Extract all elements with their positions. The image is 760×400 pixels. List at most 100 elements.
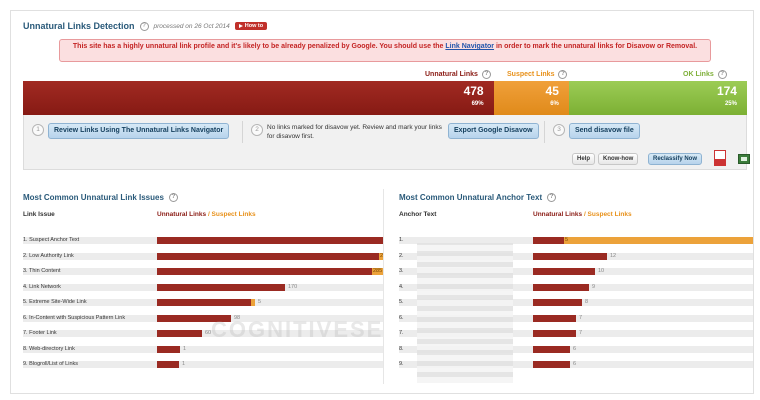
help-button[interactable]: Help [572, 153, 596, 165]
suspect-segment[interactable]: 45 6% [493, 81, 569, 115]
issue-row[interactable]: 8. Web-directory Link 1 [23, 342, 383, 358]
legend-suspect: Suspect Links ? [507, 70, 568, 79]
issue-row[interactable]: 9. Blogroll/List of Links 1 [23, 357, 383, 373]
suspect-count: 45 [545, 84, 559, 98]
anchor-value-label: 5 [565, 237, 569, 243]
issue-row[interactable]: 4. Link Network 170 [23, 280, 383, 296]
anchor-unnatural-bar[interactable] [533, 237, 564, 244]
unnatural-links-panel: Unnatural Links Detection ? processed on… [10, 10, 754, 394]
anchor-unnatural-bar[interactable] [533, 361, 570, 368]
processed-date: processed on 26 Oct 2014 [153, 22, 230, 30]
link-distribution-bar: 478 69% 45 6% 174 25% [23, 81, 747, 115]
anchor-value-label: 7 [579, 314, 583, 321]
anchors-column-header: Anchor Text [399, 211, 437, 218]
issue-unnatural-bar[interactable] [157, 268, 372, 275]
issue-unnatural-bar[interactable] [157, 283, 285, 291]
unnatural-percent: 69% [471, 101, 484, 107]
anchor-value-label: 8 [585, 299, 589, 305]
legend-ok: OK Links ? [683, 70, 727, 79]
ok-segment[interactable]: 174 25% [568, 81, 747, 115]
issue-row[interactable]: 5. Extreme Site-Wide Link 5 [23, 295, 383, 311]
legend-ok-label: OK Links [683, 71, 714, 78]
help-question-icon[interactable]: ? [547, 193, 557, 202]
legend-suspect-label: Suspect Links [507, 71, 555, 78]
anchor-row-label: 2. [399, 252, 404, 259]
issue-value-label: 1 [183, 345, 187, 352]
help-question-icon[interactable]: ? [481, 70, 491, 79]
anchor-unnatural-bar[interactable] [533, 299, 582, 306]
help-question-icon[interactable]: ? [168, 193, 178, 202]
reclassify-now-button[interactable]: Reclassify Now [648, 153, 703, 165]
help-question-icon[interactable]: ? [139, 21, 149, 31]
issue-row[interactable]: 10. Suspect Domain [23, 373, 383, 374]
anchor-value-label: 10 [598, 268, 605, 274]
unnatural-segment[interactable]: 478 69% [23, 81, 494, 115]
issue-unnatural-bar[interactable] [157, 299, 251, 306]
know-how-button[interactable]: Know-how [598, 153, 639, 165]
issue-unnatural-bar[interactable] [157, 345, 180, 353]
issue-row-label: 8. Web-directory Link [23, 345, 75, 352]
panel-header: Unnatural Links Detection ? processed on… [23, 21, 268, 31]
issues-legend: Unnatural Links / Suspect Links [157, 211, 256, 218]
anchor-unnatural-bar[interactable] [533, 330, 576, 337]
issue-unnatural-bar[interactable] [157, 252, 379, 260]
issue-row-label: 3. Thin Content [23, 268, 61, 274]
issue-row[interactable]: 1. Suspect Anchor Text [23, 233, 383, 249]
anchors-title: Most Common Unnatural Anchor Text [399, 193, 543, 202]
step-number-2: 2 [251, 124, 263, 136]
issue-unnatural-bar[interactable] [157, 330, 202, 337]
issue-row-label: 1. Suspect Anchor Text [23, 237, 80, 243]
anchors-panel-title: Most Common Unnatural Anchor Text ? [399, 193, 557, 202]
anchor-row-label: 7. [399, 330, 404, 336]
play-icon [238, 24, 243, 28]
anchor-unnatural-bar[interactable] [533, 268, 595, 275]
legend-unnatural: Unnatural Links ? [425, 70, 491, 79]
legend-unnatural-label: Unnatural Links [425, 71, 478, 78]
issue-row[interactable]: 2. Low Authority Link295 [23, 249, 383, 265]
penalty-alert: This site has a highly unnatural link pr… [59, 39, 711, 62]
help-question-icon[interactable]: ? [717, 70, 727, 79]
disavow-actions-bar: 1 Review Links Using The Unnatural Links… [23, 115, 750, 170]
anchor-unnatural-bar[interactable] [533, 345, 570, 353]
anchor-value-label: 9 [592, 283, 596, 290]
anchor-row-label: 8. [399, 345, 404, 352]
panel-divider [383, 189, 384, 384]
export-google-disavow-button[interactable]: Export Google Disavow [448, 123, 539, 139]
issues-legend-suspect: / Suspect Links [207, 211, 256, 218]
anchor-unnatural-bar[interactable] [533, 283, 589, 291]
issue-row[interactable]: 3. Thin Content28530 [23, 264, 383, 280]
issues-title: Most Common Unnatural Link Issues [23, 193, 164, 202]
anchor-suspect-bar[interactable] [564, 237, 753, 244]
issue-suspect-bar[interactable] [251, 299, 255, 306]
help-question-icon[interactable]: ? [558, 70, 568, 79]
anchor-row-label: 5. [399, 299, 404, 305]
redacted-anchor-text [417, 243, 513, 383]
how-to-button[interactable]: How to [234, 22, 268, 30]
ok-percent: 25% [724, 101, 737, 107]
send-disavow-file-button[interactable]: Send disavow file [569, 123, 640, 139]
alert-text-before: This site has a highly unnatural link pr… [72, 43, 444, 50]
issue-unnatural-bar[interactable] [157, 361, 179, 368]
watermark: COGNITIVESE [211, 317, 384, 342]
anchor-row-label: 6. [399, 314, 404, 321]
anchor-unnatural-bar[interactable] [533, 314, 576, 322]
pdf-export-icon[interactable] [714, 150, 726, 166]
page-title: Unnatural Links Detection [23, 21, 135, 31]
issue-unnatural-bar[interactable] [157, 237, 383, 244]
anchor-unnatural-bar[interactable] [533, 252, 607, 260]
ok-count: 174 [716, 84, 737, 98]
issue-value-label: 1 [182, 361, 186, 367]
anchor-row-label: 1. [399, 237, 404, 243]
issue-bar-track [23, 345, 383, 353]
issue-row-label: 2. Low Authority Link [23, 252, 74, 259]
review-links-button[interactable]: Review Links Using The Unnatural Links N… [48, 123, 230, 139]
anchor-value-label: 12 [610, 252, 617, 259]
issues-bar-list: 1. Suspect Anchor Text 2. Low Authority L… [23, 233, 383, 373]
divider [544, 121, 545, 143]
excel-export-icon[interactable] [738, 154, 750, 164]
link-navigator-link[interactable]: Link Navigator [445, 43, 494, 50]
issue-row-label: 6. In-Content with Suspicious Pattern Li… [23, 314, 126, 321]
issues-column-header: Link Issue [23, 211, 55, 218]
anchor-row-label: 4. [399, 283, 404, 290]
issue-value-label: 285 [373, 268, 383, 274]
